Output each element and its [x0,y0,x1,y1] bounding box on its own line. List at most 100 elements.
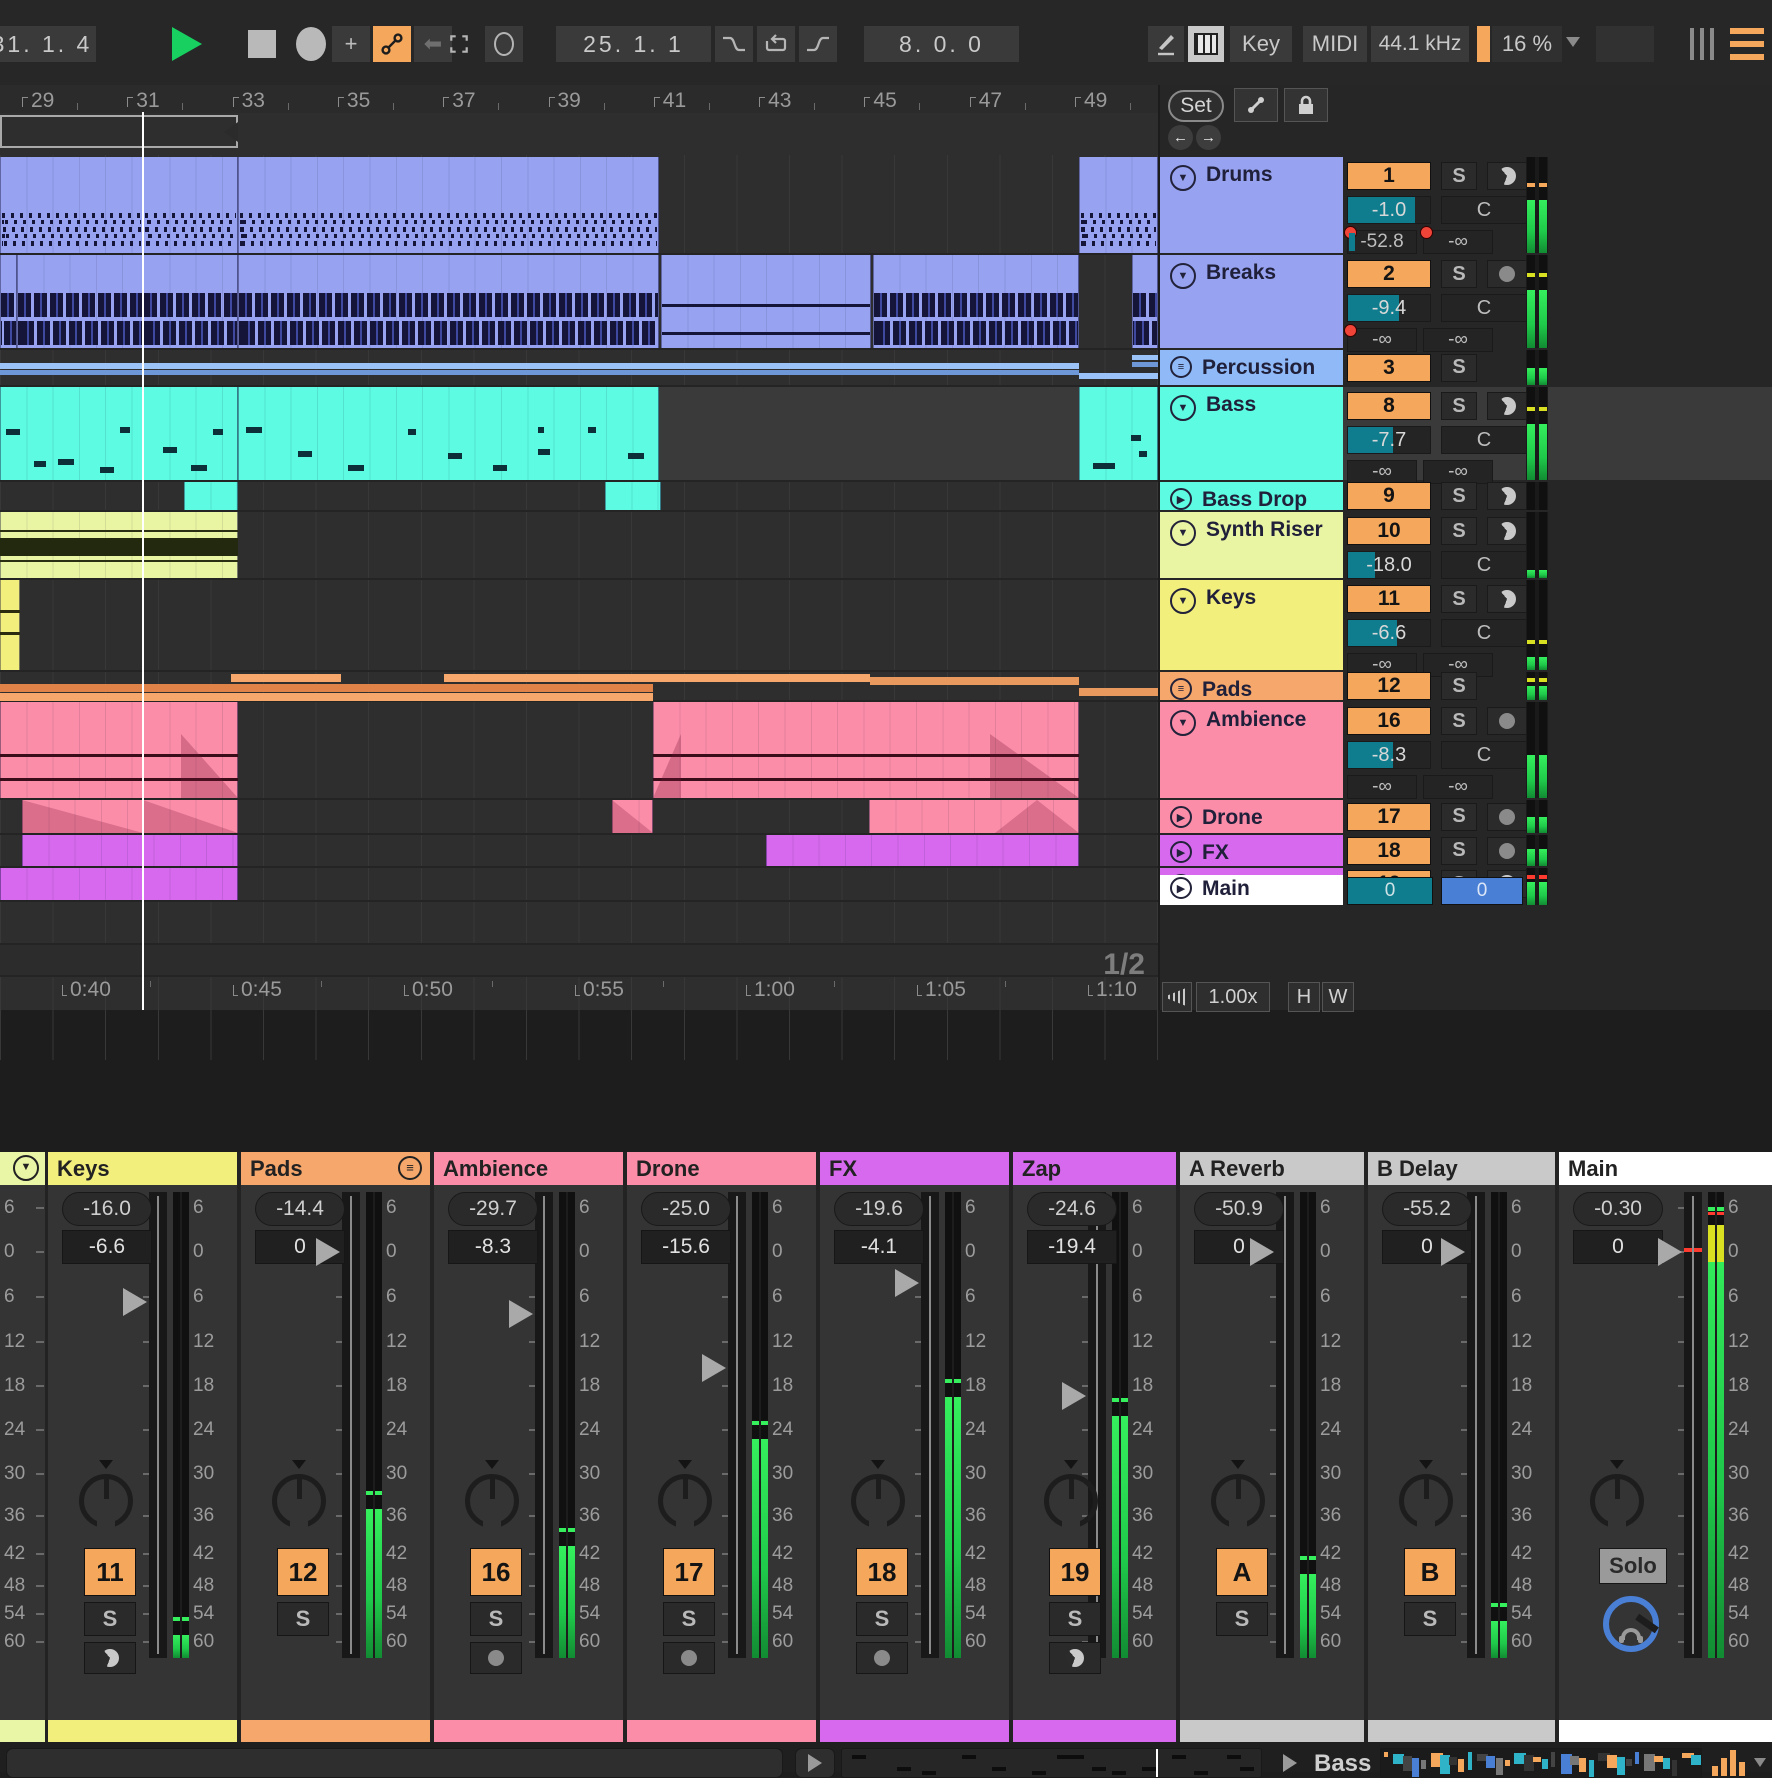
bass-drop-clip[interactable] [184,482,238,510]
loop-start-field[interactable]: 25. 1. 1 [556,26,711,62]
pan-knob-icon[interactable] [1049,1642,1101,1674]
bass-drop-clip[interactable] [605,482,661,510]
follow-button[interactable] [485,26,523,62]
solo-button[interactable]: S [1441,260,1477,288]
send-b-field[interactable]: -∞ [1423,460,1493,484]
ambience-clip[interactable] [143,702,238,798]
breaks-clip[interactable] [17,255,143,348]
solo-button[interactable]: S [1441,837,1477,865]
lock-button[interactable] [1284,88,1328,122]
loop-brace[interactable] [0,115,238,148]
group-icon[interactable]: ≡ [1170,356,1192,378]
volume-field[interactable]: -6.6 [1347,619,1431,647]
cpu-load-display[interactable]: 16 % [1492,26,1562,62]
solo-button[interactable]: S [1441,354,1477,382]
strip-number[interactable]: B [1404,1548,1456,1596]
breaks-clip[interactable] [661,255,871,348]
track-number[interactable]: 3 [1347,354,1431,382]
send-b-field[interactable]: -∞ [1423,230,1493,254]
track-number[interactable]: 12 [1347,672,1431,700]
clip-mini-pianoroll[interactable] [841,1748,1262,1778]
track-lane-bassdrop[interactable] [0,482,1158,512]
solo-button[interactable]: S [1441,162,1477,190]
prev-arrow-button[interactable]: ← [1168,125,1193,150]
strip-number[interactable]: 17 [663,1548,715,1596]
drone-clip[interactable] [22,800,143,833]
pan-knob[interactable] [272,1474,326,1528]
volume-field[interactable]: -9.4 [1347,294,1431,322]
track-number[interactable]: 17 [1347,803,1431,831]
track-number[interactable]: 9 [1347,482,1431,510]
peak-level-display[interactable]: -16.0 [62,1192,152,1226]
pan-knob[interactable] [1044,1474,1098,1528]
pan-field[interactable]: C [1441,741,1527,769]
track-header-pads[interactable]: ≡Pads [1160,672,1343,700]
zoom-width-button[interactable]: W [1322,982,1354,1012]
bass-clip[interactable] [0,387,143,480]
pan-knob-icon[interactable] [84,1642,136,1674]
strip-volume-field[interactable]: -15.6 [641,1230,731,1264]
fold-icon[interactable]: ▼ [1170,263,1196,289]
record-button[interactable] [296,27,326,61]
clip-overview-box[interactable] [6,1748,783,1778]
pan-field[interactable]: C [1441,294,1527,322]
volume-field[interactable]: -8.3 [1347,741,1431,769]
strip-volume-field[interactable]: -6.6 [62,1230,152,1264]
track-lane-mainrow[interactable] [0,945,1158,977]
fader-track[interactable] [1684,1192,1702,1658]
track-lane-keys[interactable] [0,580,1158,672]
bar-ruler[interactable]: 293133353739414345474951 [0,85,1158,113]
fader-handle[interactable] [1658,1238,1682,1266]
drums-clip[interactable] [143,157,238,253]
mixer-strip-header[interactable]: Zap [1013,1152,1176,1185]
fx-clip[interactable] [766,835,1079,866]
volume-field[interactable]: -7.7 [1347,426,1431,454]
solo-button[interactable]: S [1441,585,1477,613]
strip-solo-button[interactable]: S [1404,1602,1456,1636]
drone-clip[interactable] [143,800,238,833]
meter-view-icon[interactable] [1712,1750,1748,1776]
loop-length-field[interactable]: 8. 0. 0 [864,26,1019,62]
drums-clip[interactable] [0,157,143,253]
arm-dot-icon[interactable] [1487,803,1527,831]
track-header-bass[interactable]: ▼Bass [1160,387,1343,480]
fold-icon[interactable]: ▼ [1170,395,1196,421]
solo-button[interactable]: S [1441,803,1477,831]
bass-clip[interactable] [238,387,659,480]
pads-clip[interactable] [870,677,1079,685]
breaks-clip[interactable] [238,255,659,348]
punch-in-button[interactable] [715,26,753,62]
track-header-breaks[interactable]: ▼Breaks [1160,255,1343,348]
percussion-clip[interactable] [1132,355,1158,360]
send-a-field[interactable]: -∞ [1347,460,1417,484]
arm-dot-icon[interactable] [470,1642,522,1674]
fader-handle[interactable] [895,1269,919,1297]
mixer-strip-header[interactable]: Keys [48,1152,237,1185]
pan-knob[interactable] [1399,1474,1453,1528]
track-number[interactable]: 2 [1347,260,1431,288]
track-header-bass-drop[interactable]: ▶Bass Drop [1160,482,1343,510]
strip-number[interactable]: 19 [1049,1548,1101,1596]
unfold-icon[interactable]: ▶ [1170,841,1192,863]
peak-level-display[interactable]: -19.6 [834,1192,924,1226]
fader-handle[interactable] [123,1288,147,1316]
volume-field[interactable]: -18.0 [1347,551,1431,579]
pads-clip[interactable] [1079,688,1158,696]
send-a-field[interactable]: -52.8 [1347,230,1417,254]
fold-icon[interactable]: ▼ [1170,165,1196,191]
strip-number[interactable]: 18 [856,1548,908,1596]
key-map-mode-button[interactable]: Key [1230,26,1292,62]
arm-dot-icon[interactable] [856,1642,908,1674]
solo-button[interactable]: S [1441,517,1477,545]
mixer-strip-header[interactable]: FX [820,1152,1009,1185]
draw-mode-button[interactable] [1148,26,1184,62]
synth-riser-clip[interactable] [0,512,143,578]
unfold-icon[interactable]: ▶ [1170,877,1192,899]
fader-handle[interactable] [1441,1238,1465,1266]
loop-button[interactable] [757,26,795,62]
clip-play-button[interactable] [795,1748,835,1778]
drums-clip[interactable] [238,157,659,253]
group-icon[interactable]: ≡ [1170,678,1192,700]
pan-field[interactable]: C [1441,619,1527,647]
percussion-clip[interactable] [1079,373,1158,379]
